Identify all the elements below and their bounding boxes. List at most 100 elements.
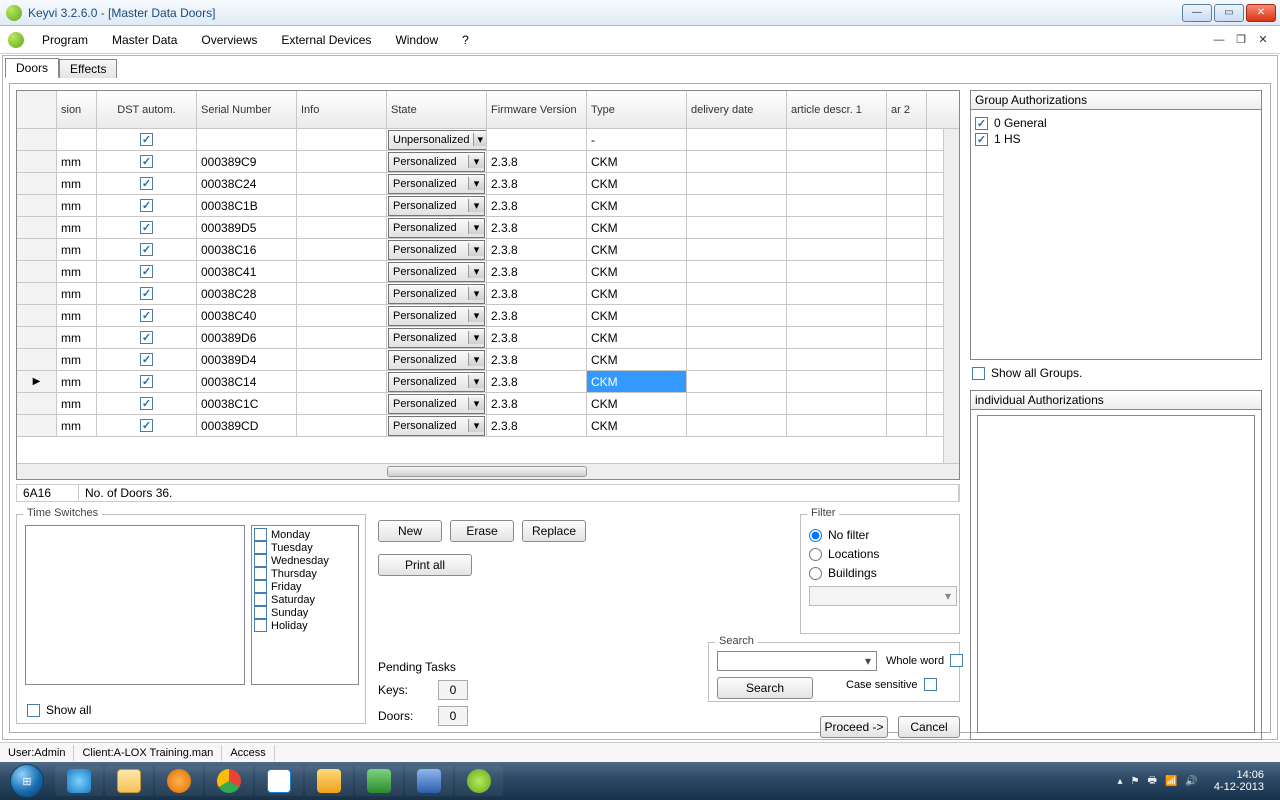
indiv-auth-list[interactable]: [977, 415, 1255, 733]
dst-checkbox[interactable]: ✓: [140, 155, 153, 168]
menu-overviews[interactable]: Overviews: [191, 31, 267, 49]
day-checkbox[interactable]: [254, 606, 267, 619]
col-dst[interactable]: DST autom.: [97, 91, 197, 128]
minimize-button[interactable]: —: [1182, 4, 1212, 22]
dst-checkbox[interactable]: ✓: [140, 375, 153, 388]
col-info[interactable]: Info: [297, 91, 387, 128]
start-button[interactable]: ⊞: [0, 762, 54, 800]
day-checkbox[interactable]: [254, 567, 267, 580]
tray-volume-icon[interactable]: 🔊: [1185, 776, 1197, 787]
taskbar-outlook[interactable]: [305, 766, 353, 796]
menu-external-devices[interactable]: External Devices: [271, 31, 381, 49]
state-combo[interactable]: Personalized▾: [388, 196, 485, 216]
dst-checkbox[interactable]: ✓: [140, 353, 153, 366]
filter-buildings-radio[interactable]: [809, 567, 822, 580]
state-combo[interactable]: Personalized▾: [388, 328, 485, 348]
table-row[interactable]: mm✓00038C1CPersonalized▾2.3.8CKM: [17, 393, 943, 415]
dst-checkbox[interactable]: ✓: [140, 221, 153, 234]
table-row[interactable]: mm✓00038C16Personalized▾2.3.8CKM: [17, 239, 943, 261]
table-row[interactable]: mm✓00038C1BPersonalized▾2.3.8CKM: [17, 195, 943, 217]
close-button[interactable]: ✕: [1246, 4, 1276, 22]
day-checkbox[interactable]: [254, 580, 267, 593]
state-combo[interactable]: Personalized▾: [388, 306, 485, 326]
taskbar-excel[interactable]: [355, 766, 403, 796]
dst-checkbox[interactable]: ✓: [140, 177, 153, 190]
taskbar-ie[interactable]: [55, 766, 103, 796]
tray-print-icon[interactable]: 🖶: [1147, 773, 1156, 790]
col-article-1[interactable]: article descr. 1: [787, 91, 887, 128]
dst-checkbox[interactable]: ✓: [140, 243, 153, 256]
scroll-thumb[interactable]: [387, 466, 587, 477]
dst-checkbox[interactable]: ✓: [140, 397, 153, 410]
dst-checkbox[interactable]: ✓: [140, 265, 153, 278]
dst-checkbox[interactable]: ✓: [140, 331, 153, 344]
state-combo[interactable]: Personalized▾: [388, 218, 485, 238]
table-row[interactable]: mm✓000389D6Personalized▾2.3.8CKM: [17, 327, 943, 349]
taskbar-clock[interactable]: 14:06 4-12-2013: [1206, 769, 1272, 793]
proceed-button[interactable]: Proceed ->: [820, 716, 888, 738]
group-checkbox[interactable]: ✓: [975, 117, 988, 130]
col-delivery[interactable]: delivery date: [687, 91, 787, 128]
maximize-button[interactable]: ▭: [1214, 4, 1244, 22]
tray-action-center-icon[interactable]: ⚑: [1131, 776, 1140, 787]
day-checkbox[interactable]: [254, 541, 267, 554]
mdi-close-button[interactable]: ✕: [1254, 33, 1272, 47]
state-combo[interactable]: Personalized▾: [388, 350, 485, 370]
doors-grid[interactable]: sion DST autom. Serial Number Info State…: [16, 90, 960, 480]
tray-network-icon[interactable]: 📶: [1165, 776, 1177, 787]
taskbar-mediaplayer[interactable]: [155, 766, 203, 796]
state-combo[interactable]: Personalized▾: [388, 372, 485, 392]
case-sensitive-checkbox[interactable]: [924, 678, 937, 691]
menu-master-data[interactable]: Master Data: [102, 31, 187, 49]
menu-window[interactable]: Window: [385, 31, 448, 49]
filter-no-filter-radio[interactable]: [809, 529, 822, 542]
taskbar-word[interactable]: [405, 766, 453, 796]
table-row[interactable]: mm✓000389D5Personalized▾2.3.8CKM: [17, 217, 943, 239]
table-row[interactable]: mm✓00038C41Personalized▾2.3.8CKM: [17, 261, 943, 283]
state-combo[interactable]: Personalized▾: [388, 262, 485, 282]
col-serial[interactable]: Serial Number: [197, 91, 297, 128]
print-all-button[interactable]: Print all: [378, 554, 472, 576]
state-combo[interactable]: Personalized▾: [388, 284, 485, 304]
taskbar-explorer[interactable]: [105, 766, 153, 796]
day-checkbox[interactable]: [254, 554, 267, 567]
state-combo[interactable]: Personalized▾: [388, 174, 485, 194]
state-combo[interactable]: Unpersonalized▾: [388, 130, 487, 150]
state-combo[interactable]: Personalized▾: [388, 240, 485, 260]
time-switches-list[interactable]: [25, 525, 245, 685]
dst-checkbox[interactable]: ✓: [140, 133, 153, 146]
menu-program[interactable]: Program: [32, 31, 98, 49]
table-row[interactable]: ▶mm✓00038C14Personalized▾2.3.8CKM: [17, 371, 943, 393]
table-row[interactable]: mm✓00038C24Personalized▾2.3.8CKM: [17, 173, 943, 195]
dst-checkbox[interactable]: ✓: [140, 199, 153, 212]
table-row[interactable]: mm✓00038C28Personalized▾2.3.8CKM: [17, 283, 943, 305]
search-input[interactable]: [717, 651, 877, 671]
taskbar-keyvi[interactable]: [455, 766, 503, 796]
dst-checkbox[interactable]: ✓: [140, 419, 153, 432]
table-row[interactable]: ✓Unpersonalized▾-: [17, 129, 943, 151]
show-all-groups-checkbox[interactable]: [972, 367, 985, 380]
horizontal-scrollbar[interactable]: [17, 463, 959, 479]
col-article-2[interactable]: ar 2: [887, 91, 927, 128]
table-row[interactable]: mm✓00038C40Personalized▾2.3.8CKM: [17, 305, 943, 327]
day-checkbox[interactable]: [254, 593, 267, 606]
tab-doors[interactable]: Doors: [5, 58, 59, 78]
whole-word-checkbox[interactable]: [950, 654, 963, 667]
state-combo[interactable]: Personalized▾: [388, 416, 485, 436]
mdi-minimize-button[interactable]: —: [1210, 33, 1228, 47]
col-state[interactable]: State: [387, 91, 487, 128]
tab-effects[interactable]: Effects: [59, 59, 117, 78]
table-row[interactable]: mm✓000389C9Personalized▾2.3.8CKM: [17, 151, 943, 173]
vertical-scrollbar[interactable]: [943, 129, 959, 463]
taskbar-teamviewer[interactable]: [255, 766, 303, 796]
table-row[interactable]: mm✓000389D4Personalized▾2.3.8CKM: [17, 349, 943, 371]
menu-help[interactable]: ?: [452, 31, 479, 49]
tray-show-hidden-icon[interactable]: ▴: [1117, 776, 1122, 787]
state-combo[interactable]: Personalized▾: [388, 394, 485, 414]
col-firmware[interactable]: Firmware Version: [487, 91, 587, 128]
table-row[interactable]: mm✓000389CDPersonalized▾2.3.8CKM: [17, 415, 943, 437]
dst-checkbox[interactable]: ✓: [140, 287, 153, 300]
col-sion[interactable]: sion: [57, 91, 97, 128]
taskbar-chrome[interactable]: [205, 766, 253, 796]
erase-button[interactable]: Erase: [450, 520, 514, 542]
